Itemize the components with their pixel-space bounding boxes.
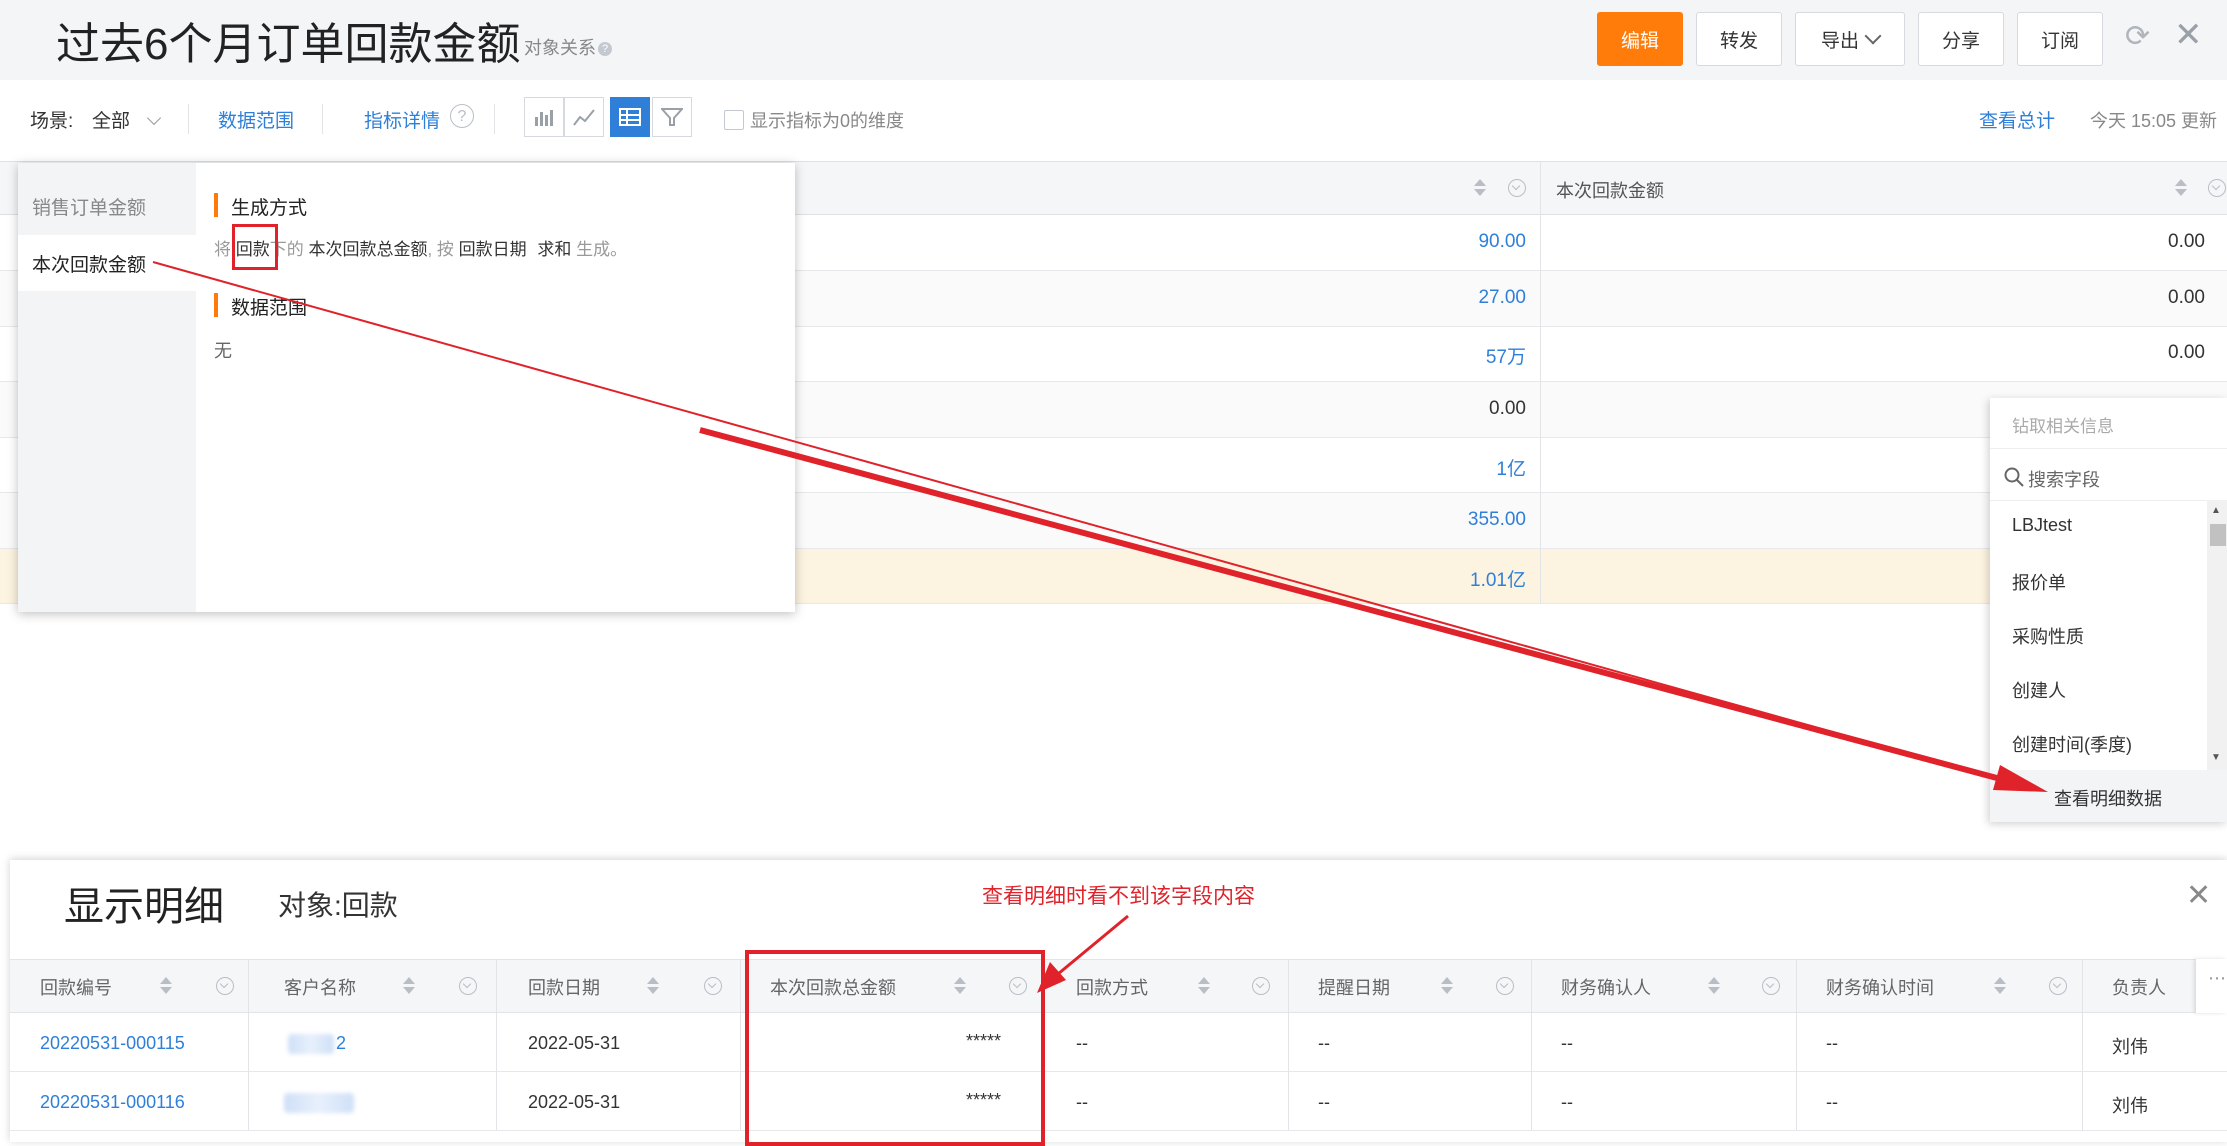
arrow-line (152, 261, 2009, 782)
arrow-line (1057, 914, 1129, 976)
arrow-line (699, 427, 2009, 784)
arrow-head (1993, 765, 2048, 792)
annotation-arrows (152, 261, 2048, 993)
arrow-head (1037, 962, 1066, 993)
